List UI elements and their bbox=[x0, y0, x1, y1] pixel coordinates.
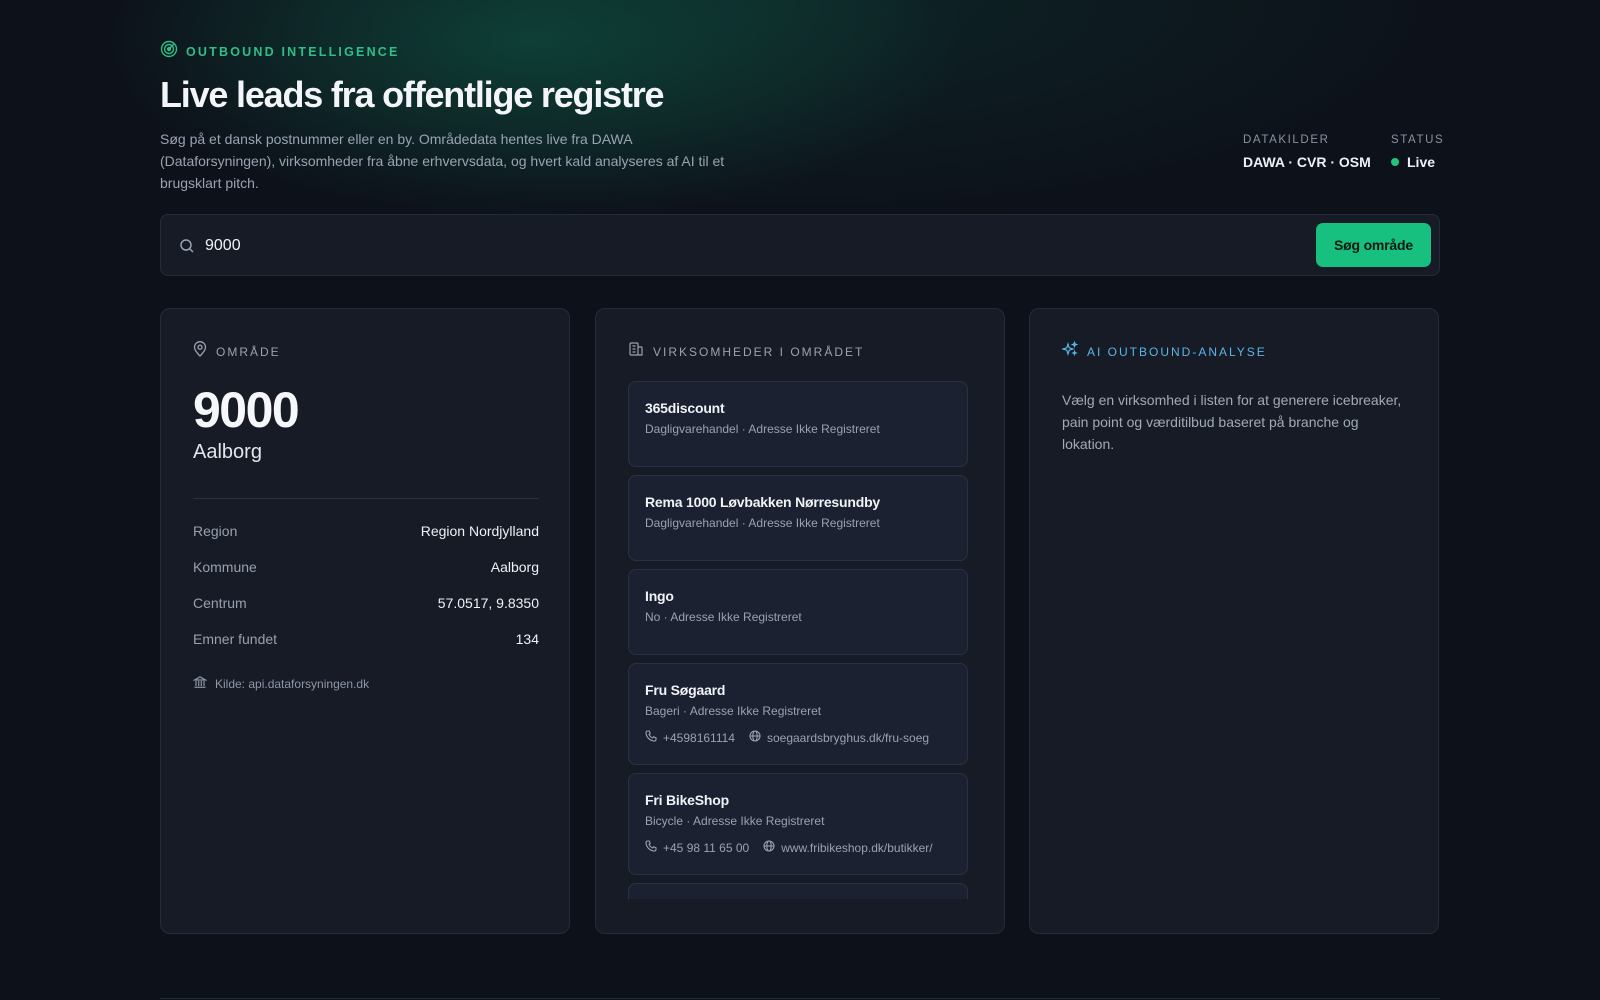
detail-value: Region Nordjylland bbox=[420, 523, 539, 539]
business-name: Ingo bbox=[645, 588, 674, 604]
business-meta: Bageri · Adresse Ikke Registreret bbox=[645, 704, 822, 718]
status-dot bbox=[1391, 158, 1399, 166]
ai-card-header: AI OUTBOUND-ANALYSE bbox=[1061, 340, 1267, 362]
business-meta: Bicycle · Adresse Ikke Registreret bbox=[645, 814, 825, 828]
business-meta: Dagligvarehandel · Adresse Ikke Registre… bbox=[645, 422, 880, 436]
area-source: Kilde: api.dataforsyningen.dk bbox=[192, 675, 370, 692]
business-name: 365discount bbox=[645, 400, 725, 416]
business-phone[interactable]: +4598161114 bbox=[645, 730, 735, 745]
business-meta: No · Adresse Ikke Registreret bbox=[645, 610, 802, 624]
radar-icon bbox=[160, 40, 178, 63]
map-pin-icon bbox=[193, 341, 207, 362]
search-icon bbox=[179, 238, 195, 259]
postal-code: 9000 bbox=[193, 382, 300, 438]
search-button[interactable]: Søg område bbox=[1316, 223, 1431, 267]
eyebrow-label: OUTBOUND INTELLIGENCE bbox=[186, 44, 400, 59]
page-title: Live leads fra offentlige registre bbox=[160, 74, 665, 115]
businesses-card-title: VIRKSOMHEDER I OMRÅDET bbox=[653, 344, 865, 359]
search-input[interactable] bbox=[205, 229, 1205, 263]
detail-value: Aalborg bbox=[490, 559, 539, 575]
detail-value: 57.0517, 9.8350 bbox=[437, 595, 539, 611]
business-phone-text: +4598161114 bbox=[663, 730, 735, 745]
data-sources-label: DATAKILDER bbox=[1243, 134, 1330, 146]
sparkles-icon bbox=[1061, 340, 1079, 362]
area-card-title: OMRÅDE bbox=[216, 344, 281, 359]
business-item[interactable]: 365discount Dagligvarehandel · Adresse I… bbox=[628, 381, 968, 467]
city-name: Aalborg bbox=[193, 441, 262, 463]
area-source-text: Kilde: api.dataforsyningen.dk bbox=[215, 676, 370, 691]
page: OUTBOUND INTELLIGENCE Live leads fra off… bbox=[160, 0, 1443, 1000]
business-phone[interactable]: +45 98 11 65 00 bbox=[645, 840, 749, 855]
divider bbox=[193, 498, 539, 499]
business-website-text: www.fribikeshop.dk/butikker/ bbox=[781, 840, 933, 855]
business-item[interactable]: Rema 1000 Løvbakken Nørresundby Dagligva… bbox=[628, 475, 968, 561]
businesses-card: VIRKSOMHEDER I OMRÅDET 365discount Dagli… bbox=[595, 308, 1005, 934]
status-value: Live bbox=[1391, 154, 1444, 170]
detail-label: Region bbox=[193, 523, 238, 539]
detail-row-kommune: Kommune Aalborg bbox=[193, 559, 539, 595]
business-website[interactable]: soegaardsbryghus.dk/fru-soeg bbox=[749, 730, 929, 745]
globe-icon bbox=[749, 730, 761, 745]
business-contact: +45 98 11 65 00 www.fribikeshop.dk/butik… bbox=[645, 840, 951, 855]
business-item[interactable] bbox=[628, 883, 968, 899]
detail-label: Emner fundet bbox=[193, 631, 278, 647]
business-name: Fri BikeShop bbox=[645, 792, 729, 808]
ai-card-title: AI OUTBOUND-ANALYSE bbox=[1087, 344, 1267, 359]
area-card: OMRÅDE 9000 Aalborg Region Region Nordjy… bbox=[160, 308, 570, 934]
status-text: Live bbox=[1407, 154, 1436, 170]
businesses-card-header: VIRKSOMHEDER I OMRÅDET bbox=[628, 341, 864, 362]
footer-divider bbox=[160, 998, 1440, 999]
business-phone-text: +45 98 11 65 00 bbox=[663, 840, 750, 855]
bank-icon bbox=[192, 675, 208, 692]
building-icon bbox=[628, 341, 644, 362]
area-details: Region Region Nordjylland Kommune Aalbor… bbox=[193, 523, 539, 667]
business-website[interactable]: www.fribikeshop.dk/butikker/ bbox=[763, 840, 933, 855]
business-name: Fru Søgaard bbox=[645, 682, 726, 698]
detail-row-leads: Emner fundet 134 bbox=[193, 631, 539, 667]
business-item[interactable]: Fru Søgaard Bageri · Adresse Ikke Regist… bbox=[628, 663, 968, 765]
business-list[interactable]: 365discount Dagligvarehandel · Adresse I… bbox=[628, 381, 974, 899]
business-item[interactable]: Ingo No · Adresse Ikke Registreret bbox=[628, 569, 968, 655]
detail-label: Centrum bbox=[193, 595, 247, 611]
business-website-text: soegaardsbryghus.dk/fru-soeg bbox=[766, 730, 930, 745]
business-meta: Dagligvarehandel · Adresse Ikke Registre… bbox=[645, 516, 880, 530]
globe-icon bbox=[763, 840, 775, 855]
search-bar: Søg område bbox=[160, 214, 1440, 276]
data-sources: DATAKILDER DAWA · CVR · OSM bbox=[1243, 134, 1371, 170]
ai-analysis-card: AI OUTBOUND-ANALYSE Vælg en virksomhed i… bbox=[1029, 308, 1439, 934]
detail-value: 134 bbox=[515, 631, 539, 647]
ai-placeholder-text: Vælg en virksomhed i listen for at gener… bbox=[1062, 392, 1402, 452]
business-contact: +4598161114 soegaardsbryghus.dk/fru-soeg bbox=[645, 730, 951, 745]
phone-icon bbox=[645, 730, 657, 745]
page-description: Søg på et dansk postnummer eller en by. … bbox=[160, 131, 725, 191]
status: STATUS Live bbox=[1391, 134, 1444, 170]
detail-label: Kommune bbox=[193, 559, 257, 575]
area-card-header: OMRÅDE bbox=[193, 341, 281, 362]
business-name: Rema 1000 Løvbakken Nørresundby bbox=[645, 494, 881, 510]
business-item[interactable]: Fri BikeShop Bicycle · Adresse Ikke Regi… bbox=[628, 773, 968, 875]
detail-row-centrum: Centrum 57.0517, 9.8350 bbox=[193, 595, 539, 631]
status-label: STATUS bbox=[1391, 134, 1445, 146]
data-sources-value: DAWA · CVR · OSM bbox=[1243, 154, 1371, 170]
detail-row-region: Region Region Nordjylland bbox=[193, 523, 539, 559]
eyebrow: OUTBOUND INTELLIGENCE bbox=[160, 40, 400, 63]
phone-icon bbox=[645, 840, 657, 855]
